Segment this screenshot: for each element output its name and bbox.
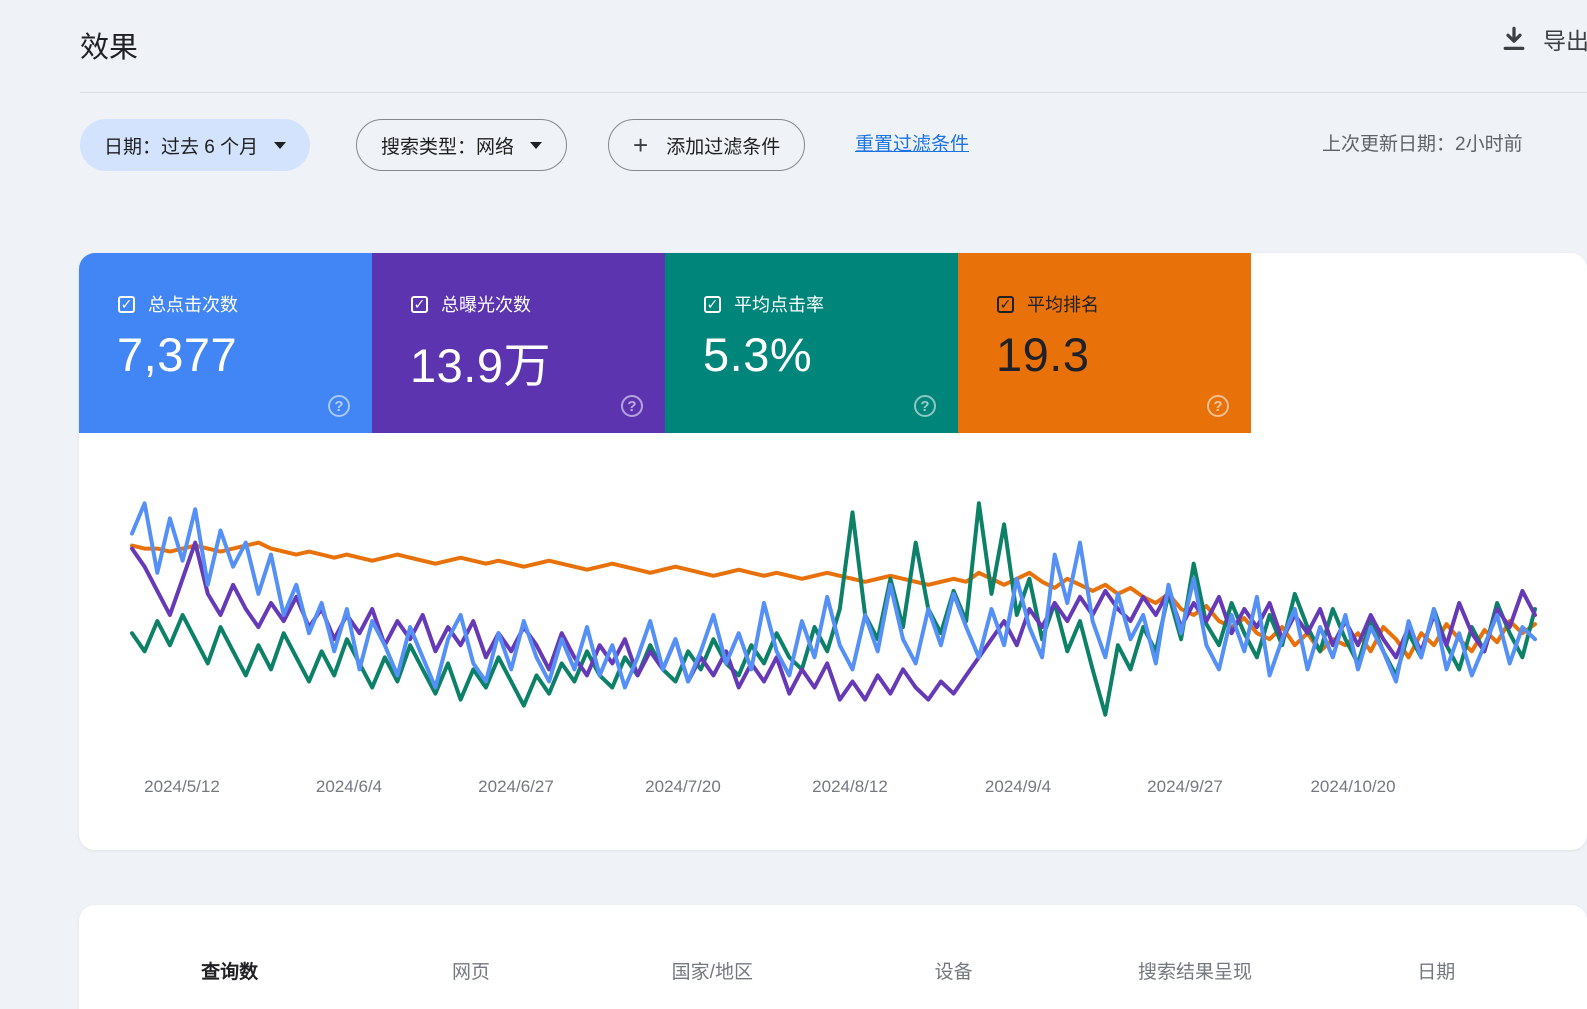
metric-checkbox[interactable]: ✓	[118, 295, 135, 313]
metric-value: 13.9万	[410, 339, 551, 392]
metric-card-average-ctr[interactable]: ✓ 平均点击率 5.3% ?	[665, 253, 958, 433]
search-type-filter-chip[interactable]: 搜索类型：网络	[356, 119, 568, 171]
chevron-down-icon	[530, 141, 543, 149]
metric-label: 平均排名	[1027, 295, 1099, 315]
search-type-label: 搜索类型：网络	[381, 136, 515, 158]
x-axis-tick: 2024/7/20	[645, 777, 721, 796]
help-icon[interactable]: ?	[1207, 395, 1229, 417]
x-axis-tick: 2024/9/4	[984, 777, 1052, 796]
reset-filters-link[interactable]: 重置过滤条件	[855, 119, 969, 171]
x-axis-tick: 2024/6/4	[315, 777, 383, 796]
help-icon[interactable]: ?	[328, 395, 350, 417]
x-axis-tick: 2024/9/27	[1147, 777, 1223, 796]
chart-line-总点击次数	[130, 501, 1537, 690]
metric-card-total-clicks[interactable]: ✓ 总点击次数 7,377 ?	[79, 253, 372, 433]
x-axis-labels: 2024/5/12 2024/6/4 2024/6/27 2024/7/20 2…	[132, 777, 1535, 801]
header-divider	[80, 92, 1587, 93]
performance-panel: ✓ 总点击次数 7,377 ? ✓ 总曝光次数 13.9万 ? ✓ 平均点击率	[79, 253, 1587, 850]
metric-checkbox[interactable]: ✓	[704, 295, 721, 313]
plus-icon: +	[633, 130, 649, 160]
metric-value: 5.3%	[703, 328, 813, 381]
metric-checkbox[interactable]: ✓	[411, 295, 428, 313]
tab-pages[interactable]: 网页	[350, 939, 591, 1002]
page-title: 效果	[80, 32, 139, 64]
add-filter-label: 添加过滤条件	[666, 136, 781, 158]
tab-queries[interactable]: 查询数	[109, 939, 350, 1002]
metric-label: 平均点击率	[734, 295, 824, 315]
tab-search-appearance[interactable]: 搜索结果呈现	[1074, 939, 1315, 1002]
tab-devices[interactable]: 设备	[833, 939, 1074, 1002]
export-button[interactable]: 导出	[1499, 22, 1587, 56]
performance-line-chart[interactable]	[130, 458, 1537, 760]
metric-checkbox[interactable]: ✓	[997, 295, 1014, 313]
tab-dates[interactable]: 日期	[1316, 939, 1557, 1002]
metric-value: 7,377	[117, 328, 238, 381]
export-label: 导出	[1543, 28, 1587, 54]
x-axis-tick: 2024/6/27	[478, 777, 554, 796]
x-axis-tick: 2024/8/12	[812, 777, 888, 796]
last-updated-text: 上次更新日期：2小时前	[1322, 134, 1523, 155]
tab-countries[interactable]: 国家/地区	[592, 939, 833, 1002]
x-axis-tick: 2024/5/12	[144, 777, 220, 796]
chevron-down-icon	[274, 141, 287, 149]
chart-canvas	[130, 501, 1537, 717]
performance-page: 效果 导出 日期：过去 6 个月 搜索类型：网络 + 添加过滤条件 重置过滤条件…	[0, 0, 1587, 1009]
metric-card-total-impressions[interactable]: ✓ 总曝光次数 13.9万 ?	[372, 253, 665, 433]
dimension-tabs-panel: 查询数 网页 国家/地区 设备 搜索结果呈现 日期	[79, 905, 1587, 1009]
date-filter-chip[interactable]: 日期：过去 6 个月	[80, 119, 311, 171]
metric-cards-row: ✓ 总点击次数 7,377 ? ✓ 总曝光次数 13.9万 ? ✓ 平均点击率	[79, 253, 1251, 433]
metric-value: 19.3	[996, 328, 1090, 381]
download-icon	[1499, 24, 1529, 54]
add-filter-button[interactable]: + 添加过滤条件	[608, 119, 806, 171]
metric-label: 总点击次数	[148, 295, 238, 315]
date-filter-label: 日期：过去 6 个月	[104, 136, 259, 158]
metric-card-average-position[interactable]: ✓ 平均排名 19.3 ?	[958, 253, 1251, 433]
x-axis-tick: 2024/10/20	[1310, 777, 1396, 796]
help-icon[interactable]: ?	[914, 395, 936, 417]
metric-label: 总曝光次数	[441, 295, 531, 315]
help-icon[interactable]: ?	[621, 395, 643, 417]
